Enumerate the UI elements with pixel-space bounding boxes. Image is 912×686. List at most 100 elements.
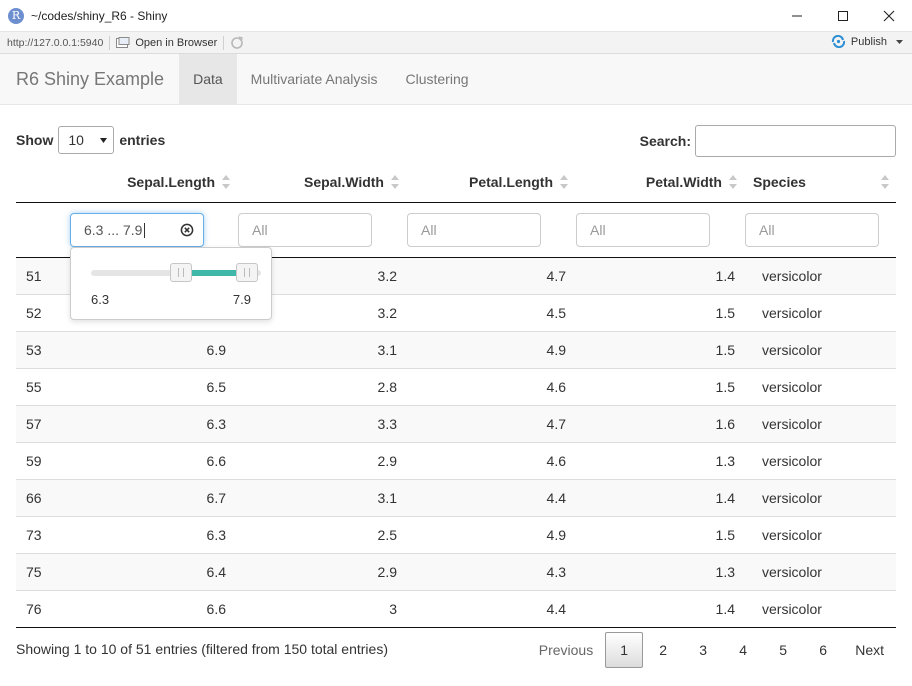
- column-header-sepal-width[interactable]: Sepal.Width: [237, 162, 406, 202]
- row-id-cell: 52: [26, 305, 42, 321]
- sepal-width-cell: 2.9: [377, 564, 397, 580]
- grip-icon: [244, 268, 251, 277]
- table-row[interactable]: 76 6.6 3 4.4 1.4 versicolor: [16, 591, 896, 628]
- table-row[interactable]: 59 6.6 2.9 4.6 1.3 versicolor: [16, 443, 896, 480]
- sepal-width-cell: 2.8: [377, 379, 397, 395]
- row-id-cell: 66: [26, 490, 42, 506]
- species-cell: versicolor: [762, 527, 822, 543]
- row-id-cell: 76: [26, 601, 42, 617]
- species-cell: versicolor: [762, 416, 822, 432]
- column-header-species[interactable]: Species: [744, 162, 896, 202]
- sepal-width-cell: 2.9: [377, 453, 397, 469]
- viewer-toolbar: http://127.0.0.1:5940 Open in Browser Pu…: [0, 32, 912, 54]
- maximize-button[interactable]: [820, 0, 866, 32]
- table-row[interactable]: 75 6.4 2.9 4.3 1.3 versicolor: [16, 554, 896, 591]
- clear-circle-icon[interactable]: [180, 223, 194, 237]
- app-navbar: R6 Shiny Example Data Multivariate Analy…: [0, 54, 912, 105]
- open-in-browser-button[interactable]: Open in Browser: [116, 36, 217, 49]
- table-row[interactable]: 55 6.5 2.8 4.6 1.5 versicolor: [16, 369, 896, 406]
- table-row[interactable]: 57 6.3 3.3 4.7 1.6 versicolor: [16, 406, 896, 443]
- petal-length-cell: 4.5: [546, 305, 566, 321]
- entries-value: 10: [68, 132, 84, 148]
- sepal-width-cell: 3.3: [377, 416, 397, 432]
- url-label[interactable]: http://127.0.0.1:5940: [7, 37, 103, 49]
- row-id-cell: 53: [26, 342, 42, 358]
- previous-page-button[interactable]: Previous: [527, 632, 605, 668]
- table-row[interactable]: 73 6.3 2.5 4.9 1.5 versicolor: [16, 517, 896, 554]
- petal-length-filter-input[interactable]: All: [407, 213, 541, 247]
- slider-handle-max[interactable]: [236, 263, 259, 282]
- slider-handle-min[interactable]: [170, 263, 193, 282]
- sepal-width-cell: 3.1: [377, 342, 397, 358]
- sepal-length-filter-input[interactable]: 6.3 ... 7.9: [70, 213, 204, 247]
- species-cell: versicolor: [762, 601, 822, 617]
- column-header-sepal-length[interactable]: Sepal.Length: [69, 162, 237, 202]
- close-icon: [883, 10, 895, 22]
- publish-icon: [831, 35, 845, 48]
- sepal-length-cell: 6.6: [206, 453, 226, 469]
- tab-data[interactable]: Data: [179, 54, 237, 104]
- table-info: Showing 1 to 10 of 51 entries (filtered …: [16, 641, 388, 657]
- page-button-2[interactable]: 2: [643, 632, 683, 668]
- column-header-label: Sepal.Width: [304, 174, 384, 190]
- petal-length-cell: 4.3: [546, 564, 566, 580]
- refresh-icon[interactable]: [230, 35, 244, 50]
- petal-width-cell: 1.4: [715, 601, 735, 617]
- petal-length-cell: 4.6: [546, 379, 566, 395]
- minimize-button[interactable]: [774, 0, 820, 32]
- page-button-6[interactable]: 6: [803, 632, 843, 668]
- column-header-label: Petal.Width: [645, 174, 722, 190]
- page-button-3[interactable]: 3: [683, 632, 723, 668]
- sepal-length-cell: 6.9: [206, 342, 226, 358]
- table-controls: Show 10 entries Search:: [16, 124, 896, 158]
- page-button-4[interactable]: 4: [723, 632, 763, 668]
- close-window-button[interactable]: [866, 0, 912, 32]
- petal-width-cell: 1.3: [715, 453, 735, 469]
- app-brand[interactable]: R6 Shiny Example: [0, 54, 179, 104]
- petal-width-cell: 1.4: [715, 490, 735, 506]
- species-cell: versicolor: [762, 453, 822, 469]
- petal-width-cell: 1.5: [715, 342, 735, 358]
- sepal-length-cell: 6.5: [206, 379, 226, 395]
- sepal-width-cell: 3.1: [377, 490, 397, 506]
- publish-button[interactable]: Publish: [831, 35, 904, 48]
- species-cell: versicolor: [762, 342, 822, 358]
- entries-select[interactable]: 10: [58, 126, 115, 154]
- sepal-width-cell: 2.5: [377, 527, 397, 543]
- toolbar-divider: [223, 35, 225, 50]
- table-row[interactable]: 66 6.7 3.1 4.4 1.4 versicolor: [16, 480, 896, 517]
- sort-icon: [881, 175, 889, 189]
- sepal-width-filter-input[interactable]: All: [238, 213, 372, 247]
- next-page-button[interactable]: Next: [843, 632, 896, 668]
- petal-width-cell: 1.3: [715, 564, 735, 580]
- tab-clustering[interactable]: Clustering: [391, 54, 482, 104]
- slider-track[interactable]: [91, 263, 261, 282]
- tab-multivariate-analysis[interactable]: Multivariate Analysis: [237, 54, 392, 104]
- sort-icon: [560, 175, 568, 189]
- show-label: Show: [16, 132, 54, 148]
- petal-width-cell: 1.4: [715, 268, 735, 284]
- page-button-1[interactable]: 1: [605, 632, 644, 668]
- row-id-cell: 73: [26, 527, 42, 543]
- window-titlebar: R ~/codes/shiny_R6 - Shiny: [0, 0, 912, 32]
- petal-length-cell: 4.4: [546, 601, 566, 617]
- caret-down-icon[interactable]: [896, 39, 904, 45]
- sort-icon: [222, 175, 230, 189]
- page-button-5[interactable]: 5: [763, 632, 803, 668]
- species-cell: versicolor: [762, 268, 822, 284]
- petal-length-cell: 4.9: [546, 342, 566, 358]
- slider-min-label: 6.3: [91, 292, 110, 307]
- species-filter-input[interactable]: All: [745, 213, 879, 247]
- sort-icon: [391, 175, 399, 189]
- row-id-cell: 75: [26, 564, 42, 580]
- column-header-label: Species: [753, 174, 806, 190]
- column-header-label: Sepal.Length: [127, 174, 215, 190]
- petal-width-filter-input[interactable]: All: [576, 213, 710, 247]
- column-header-petal-length[interactable]: Petal.Length: [406, 162, 575, 202]
- sepal-length-cell: 6.3: [206, 416, 226, 432]
- search-input[interactable]: [695, 125, 896, 157]
- sepal-length-cell: 6.6: [206, 601, 226, 617]
- grip-icon: [178, 268, 185, 277]
- column-header-petal-width[interactable]: Petal.Width: [575, 162, 744, 202]
- table-row[interactable]: 53 6.9 3.1 4.9 1.5 versicolor: [16, 332, 896, 369]
